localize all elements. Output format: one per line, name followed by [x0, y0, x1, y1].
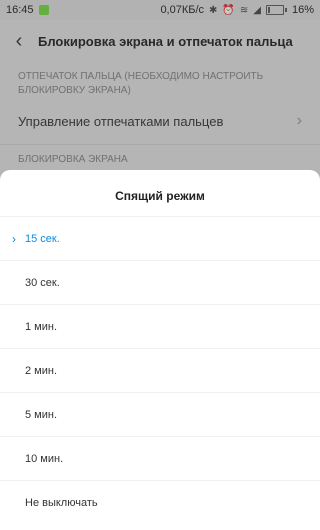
option-label: 15 сек.: [25, 232, 60, 245]
option-10-min[interactable]: 10 мин.: [0, 436, 320, 480]
option-label: 10 мин.: [25, 452, 64, 465]
option-label: 30 сек.: [25, 276, 60, 289]
option-5-min[interactable]: 5 мин.: [0, 392, 320, 436]
option-1-min[interactable]: 1 мин.: [0, 304, 320, 348]
option-label: 2 мин.: [25, 364, 58, 377]
dialog-title: Спящий режим: [115, 189, 205, 203]
option-never[interactable]: Не выключать: [0, 480, 320, 524]
option-label: 5 мин.: [25, 408, 58, 421]
option-label: Не выключать: [25, 496, 98, 509]
check-icon: ›: [12, 231, 16, 246]
option-label: 1 мин.: [25, 320, 58, 333]
option-15-sec[interactable]: › 15 сек.: [0, 216, 320, 260]
sleep-mode-dialog: Спящий режим › 15 сек. 30 сек. 1 мин. 2 …: [0, 170, 320, 530]
option-30-sec[interactable]: 30 сек.: [0, 260, 320, 304]
option-2-min[interactable]: 2 мин.: [0, 348, 320, 392]
